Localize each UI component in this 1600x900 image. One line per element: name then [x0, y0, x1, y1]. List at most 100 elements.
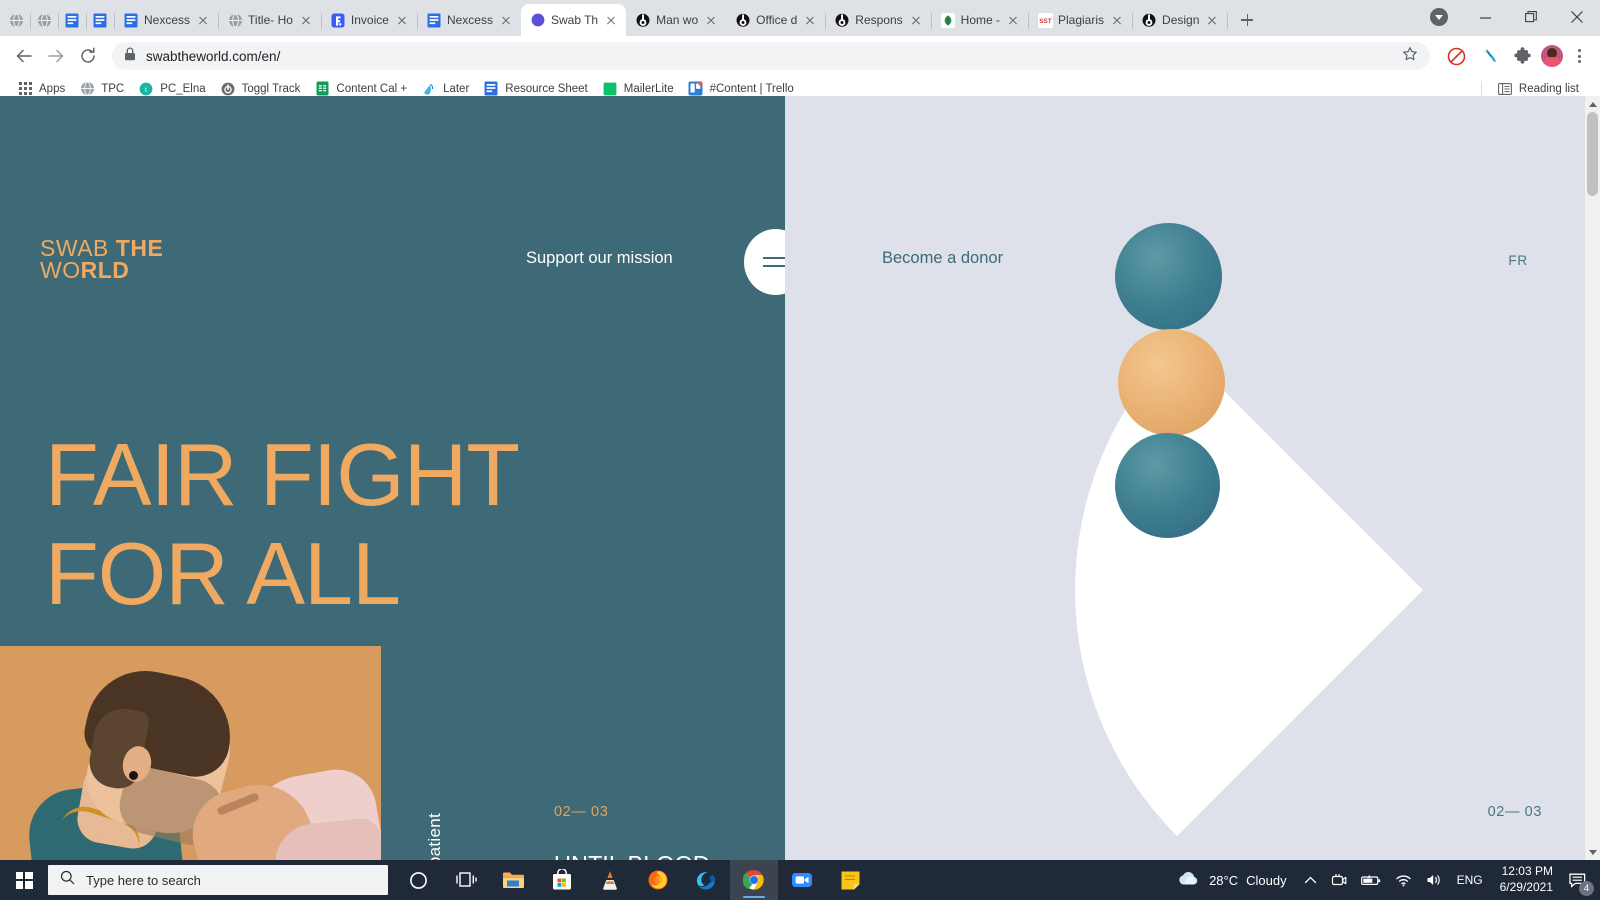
tab-close-icon[interactable] [802, 12, 818, 28]
browser-tab[interactable]: Nexcess [114, 4, 220, 36]
weather-widget[interactable]: 28°C Cloudy [1161, 870, 1297, 890]
cortana-icon[interactable] [394, 860, 442, 900]
tab-favicon [1141, 12, 1157, 28]
hero-right-panel: Become a donor FR 02— 03 [785, 96, 1600, 860]
windows-start-icon [15, 871, 33, 889]
download-icon[interactable] [1430, 8, 1448, 26]
new-tab-button[interactable] [1233, 6, 1261, 34]
back-icon[interactable] [10, 42, 38, 70]
browser-tab[interactable] [58, 4, 87, 36]
tab-favicon [92, 12, 108, 28]
site-logo[interactable]: SWAB THE WORLD [40, 237, 163, 283]
browser-tab[interactable]: SST Plagiaris [1028, 4, 1134, 36]
maximize-button[interactable] [1508, 0, 1554, 34]
reading-list-label: Reading list [1518, 82, 1579, 95]
browser-tab[interactable] [86, 4, 115, 36]
weather-condition: Cloudy [1246, 872, 1287, 888]
url-text: swabtheworld.com/en/ [146, 48, 281, 64]
tab-close-icon[interactable] [1005, 12, 1021, 28]
chrome-menu-icon[interactable] [1568, 49, 1590, 63]
microsoft-store-icon[interactable] [538, 860, 586, 900]
running-indicator [743, 895, 765, 898]
browser-tab[interactable]: Man wo [626, 4, 726, 36]
puzzle-icon[interactable] [1508, 42, 1536, 70]
language-indicator[interactable]: ENG [1450, 860, 1490, 900]
tab-close-icon[interactable] [703, 12, 719, 28]
divider [1480, 80, 1482, 97]
tab-close-icon[interactable] [1204, 12, 1220, 28]
reload-icon[interactable] [74, 42, 102, 70]
tab-favicon [8, 12, 24, 28]
scroll-down-arrow[interactable] [1585, 844, 1600, 860]
chrome-icon[interactable] [730, 860, 778, 900]
clock-widget[interactable]: 12:03 PM 6/29/2021 [1490, 860, 1563, 900]
vlc-icon[interactable] [586, 860, 634, 900]
forward-icon[interactable] [42, 42, 70, 70]
browser-tab[interactable]: Swab Th [520, 4, 627, 36]
camera-icon[interactable] [1324, 860, 1354, 900]
firefox-icon[interactable] [634, 860, 682, 900]
hero-line-1: FAIR FIGHT [45, 425, 520, 524]
close-button[interactable] [1554, 0, 1600, 34]
tab-close-icon[interactable] [1109, 12, 1125, 28]
browser-tab[interactable]: Office d [726, 4, 827, 36]
volume-icon[interactable] [1419, 860, 1450, 900]
page-scrollbar[interactable] [1585, 96, 1600, 860]
photo-shape [129, 771, 138, 780]
tab-title: Design [1162, 13, 1200, 27]
tab-close-icon[interactable] [498, 12, 514, 28]
block-icon[interactable] [1442, 42, 1470, 70]
scrollbar-thumb[interactable] [1587, 112, 1598, 196]
browser-tab[interactable]: Design [1132, 4, 1229, 36]
edge-icon[interactable] [682, 860, 730, 900]
doc-icon [483, 81, 499, 97]
file-explorer-icon[interactable] [490, 860, 538, 900]
chevron-up-icon[interactable] [1297, 860, 1324, 900]
later-icon [421, 81, 437, 97]
battery-icon[interactable] [1354, 860, 1388, 900]
tab-title: Invoice [350, 13, 389, 27]
mailerlite-icon [602, 81, 618, 97]
browser-tab[interactable]: Nexcess [417, 4, 522, 36]
bookmark-label: Later [443, 82, 470, 95]
start-button[interactable] [0, 860, 48, 900]
extension-blue-icon[interactable] [1475, 42, 1503, 70]
tab-title: Plagiaris [1058, 13, 1105, 27]
tab-favicon [426, 12, 442, 28]
browser-tab[interactable]: Respons [825, 4, 932, 36]
zoom-icon[interactable] [778, 860, 826, 900]
support-our-mission-link[interactable]: Support our mission [526, 249, 673, 268]
tab-close-icon[interactable] [298, 12, 314, 28]
browser-tab[interactable] [2, 4, 31, 36]
slide-vertical-label: patient [425, 812, 444, 860]
bookmark-label: #Content | Trello [709, 82, 794, 95]
trello-icon [688, 81, 704, 97]
taskbar-search-input[interactable]: Type here to search [48, 865, 388, 895]
logo-line2-bold: RLD [80, 256, 130, 283]
clock-time: 12:03 PM [1501, 864, 1553, 879]
sphere-teal-bottom [1115, 433, 1220, 538]
tab-close-icon[interactable] [394, 12, 410, 28]
hero-left-panel: SWAB THE WORLD Support our mission FAIR … [0, 96, 807, 860]
chrome-browser-window: Nexcess Title- Ho Invoice Nexcess Swab Th Man… [0, 0, 1600, 860]
notifications-button[interactable]: 4 [1563, 860, 1598, 900]
wifi-icon[interactable] [1388, 860, 1419, 900]
tab-close-icon[interactable] [195, 12, 211, 28]
address-bar[interactable]: swabtheworld.com/en/ [112, 42, 1430, 70]
minimize-button[interactable] [1462, 0, 1508, 34]
sticky-notes-icon[interactable] [826, 860, 874, 900]
profile-avatar[interactable] [1541, 45, 1563, 67]
browser-tab[interactable] [30, 4, 59, 36]
tab-favicon [635, 12, 651, 28]
task-view-icon[interactable] [442, 860, 490, 900]
tab-close-icon[interactable] [908, 12, 924, 28]
browser-tab[interactable]: Title- Ho [218, 4, 322, 36]
tab-title: Home - [960, 13, 1000, 27]
browser-tab[interactable]: Home - [931, 4, 1029, 36]
scroll-up-arrow[interactable] [1585, 96, 1600, 112]
browser-tab[interactable]: Invoice [321, 4, 418, 36]
tab-close-icon[interactable] [603, 12, 619, 28]
star-icon[interactable] [1402, 46, 1418, 67]
tab-favicon [36, 12, 52, 28]
slide-number-left: 02— 03 [554, 804, 609, 820]
